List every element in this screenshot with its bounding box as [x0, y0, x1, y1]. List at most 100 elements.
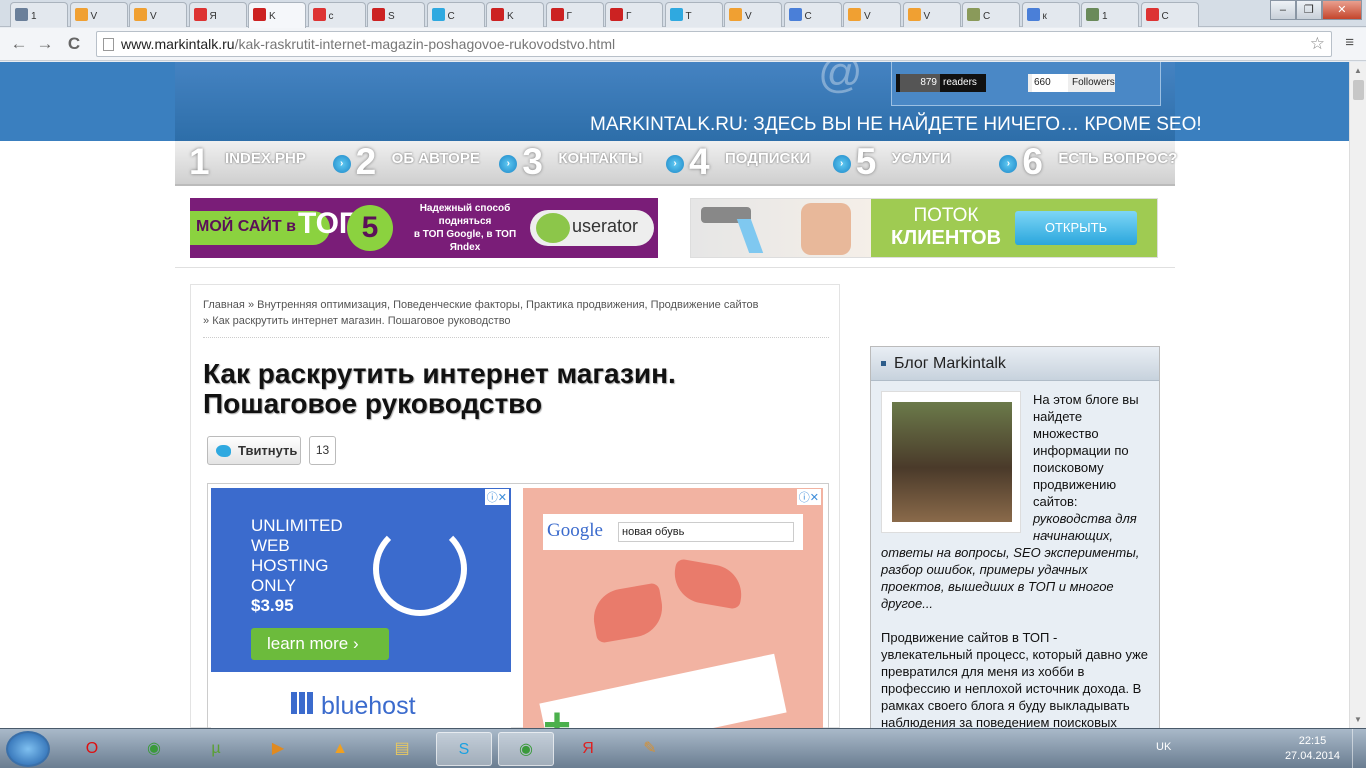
browser-tab[interactable]: V [724, 2, 782, 27]
back-button[interactable]: ← [8, 33, 30, 55]
ad-search-query: новая обувь [618, 522, 794, 542]
nav-item[interactable]: 2 ОБ АВТОРЕ › [342, 141, 518, 186]
browser-tab[interactable]: V [843, 2, 901, 27]
learn-more-button[interactable]: learn more › [251, 628, 389, 660]
about-paragraph: Продвижение сайтов в ТОП - увлекательный… [881, 630, 1149, 728]
nav-item[interactable]: 1 INDEX.PHP › [175, 141, 351, 186]
show-desktop-button[interactable] [1352, 729, 1366, 769]
tab-label: Я [209, 11, 217, 22]
browser-tab[interactable]: С [1140, 2, 1199, 27]
maximize-button[interactable]: ❐ [1295, 0, 1322, 20]
browser-tab[interactable]: V [902, 2, 961, 27]
forward-button[interactable]: → [34, 33, 56, 55]
reload-button[interactable]: C [63, 33, 85, 55]
bluehost-ad[interactable]: ⓘ✕ UNLIMITED WEB HOSTING ONLY $3.95 lear… [211, 488, 511, 728]
bullet-icon [881, 361, 886, 367]
browser-tab[interactable]: V [129, 2, 187, 27]
tab-favicon-icon [134, 8, 147, 21]
browser-tab[interactable]: Я [188, 2, 247, 27]
browser-tab[interactable]: V [69, 2, 128, 27]
nav-number: 6 [1022, 141, 1043, 182]
address-bar[interactable]: www.markintalk.ru/kak-raskrutit-internet… [96, 31, 1332, 57]
paint-icon[interactable]: ✎ [622, 732, 678, 766]
tab-label: Г [566, 11, 572, 22]
chrome-menu-icon[interactable]: ≡ [1345, 34, 1354, 51]
post-column: Главная » Внутренняя оптимизация, Поведе… [190, 284, 840, 728]
nav-item[interactable]: 5 УСЛУГИ › [842, 141, 1018, 186]
nav-item[interactable]: 4 ПОДПИСКИ › [675, 141, 851, 186]
userator-banner[interactable]: МОЙ САЙТ в ТОП 5 Надежный способ поднять… [190, 198, 658, 258]
browser-tab[interactable]: 1 [10, 2, 68, 27]
shoe-icon [670, 558, 746, 610]
ad-line3: HOSTING [251, 556, 329, 575]
tab-favicon-icon [788, 8, 802, 21]
browser-tab[interactable]: K [486, 2, 544, 27]
browser-tab[interactable]: 1 [1081, 2, 1139, 27]
browser-tab[interactable]: Т [664, 2, 723, 27]
adchoices-icon[interactable]: ⓘ✕ [484, 489, 509, 505]
yandex-icon[interactable]: Я [560, 732, 616, 766]
author-photo-image [892, 402, 1012, 522]
chrome-active-icon[interactable]: ◉ [498, 732, 554, 766]
aimp-icon[interactable]: ▲ [312, 732, 368, 766]
clients-banner[interactable]: ПОТОК КЛИЕНТОВ ОТКРЫТЬ [690, 198, 1158, 258]
tab-label: 1 [31, 11, 37, 22]
rss-counter[interactable]: 879 readers [896, 74, 986, 92]
minimize-button[interactable]: – [1270, 0, 1296, 20]
widget-title-text: Блог Markintalk [894, 355, 1006, 372]
bookmark-star-icon[interactable]: ☆ [1310, 32, 1325, 56]
browser-tab[interactable]: к [1021, 2, 1080, 27]
nav-arrow-icon: › [832, 155, 851, 173]
browser-tab[interactable]: S [367, 2, 425, 27]
opera-icon[interactable]: O [64, 732, 120, 766]
scroll-down-icon[interactable]: ▼ [1354, 715, 1362, 724]
nav-item[interactable]: 6 ЕСТЬ ВОПРОС? [1008, 141, 1177, 186]
nav-number: 5 [855, 141, 877, 182]
scroll-thumb[interactable] [1353, 80, 1364, 100]
browser-tab[interactable]: Г [545, 2, 604, 27]
browser-tab[interactable]: K [248, 2, 306, 28]
breadcrumb-home[interactable]: Главная [203, 299, 245, 311]
tab-favicon-icon [1026, 8, 1040, 21]
breadcrumb-categories[interactable]: Внутренняя оптимизация, Поведенческие фа… [257, 299, 758, 311]
nav-label: КОНТАКТЫ [558, 150, 643, 167]
brain-icon [536, 213, 570, 243]
browser-tab[interactable]: C [783, 2, 842, 27]
open-button[interactable]: ОТКРЫТЬ [1015, 211, 1137, 245]
nav-number: 3 [522, 141, 543, 182]
utorrent-icon[interactable]: µ [188, 732, 244, 766]
rss-count: 879 [900, 74, 940, 92]
google-logo: Google [547, 520, 603, 541]
nav-arrow-icon: › [666, 155, 685, 173]
start-button[interactable] [6, 731, 50, 767]
tab-label: C [804, 11, 812, 22]
skype-icon[interactable]: S [436, 732, 492, 766]
browser-tab[interactable]: C [426, 2, 485, 27]
language-indicator[interactable]: UK [1156, 741, 1171, 753]
browser-tab[interactable]: C [962, 2, 1020, 27]
explorer-icon[interactable]: ▤ [374, 732, 430, 766]
banner-row: МОЙ САЙТ в ТОП 5 Надежный способ поднять… [175, 188, 1175, 268]
about-text: На этом блоге вы найдете множество инфор… [1033, 392, 1139, 509]
tab-favicon-icon [967, 8, 980, 21]
tweet-button[interactable]: Твитнуть [207, 436, 301, 465]
ad-line4: ONLY [251, 576, 297, 595]
chrome-icon[interactable]: ◉ [126, 732, 182, 766]
close-window-button[interactable]: ✕ [1321, 0, 1362, 20]
nav-item[interactable]: 3 КОНТАКТЫ › [508, 141, 685, 186]
ad-footer: bluehost [211, 672, 511, 728]
media-player-icon[interactable]: ▶ [250, 732, 306, 766]
tab-label: Т [685, 11, 692, 22]
adchoices-icon[interactable]: ⓘ✕ [796, 489, 821, 505]
breadcrumb-current: Как раскрутить интернет магазин. Пошагов… [212, 315, 511, 327]
shoes-ad[interactable]: ⓘ✕ Google новая обувь + [523, 488, 823, 728]
twitter-counter[interactable]: 660 Followers [1028, 74, 1115, 92]
scroll-up-icon[interactable]: ▲ [1354, 66, 1362, 75]
clock-time: 22:15 [1298, 735, 1327, 747]
browser-tab[interactable]: c [307, 2, 366, 27]
clock[interactable]: 22:15 27.04.2014 [1285, 734, 1340, 764]
browser-tab[interactable]: Г [605, 2, 663, 27]
scrollbar[interactable]: ▲ ▼ [1349, 62, 1366, 728]
author-photo [881, 391, 1021, 533]
tab-label: c [328, 11, 334, 22]
